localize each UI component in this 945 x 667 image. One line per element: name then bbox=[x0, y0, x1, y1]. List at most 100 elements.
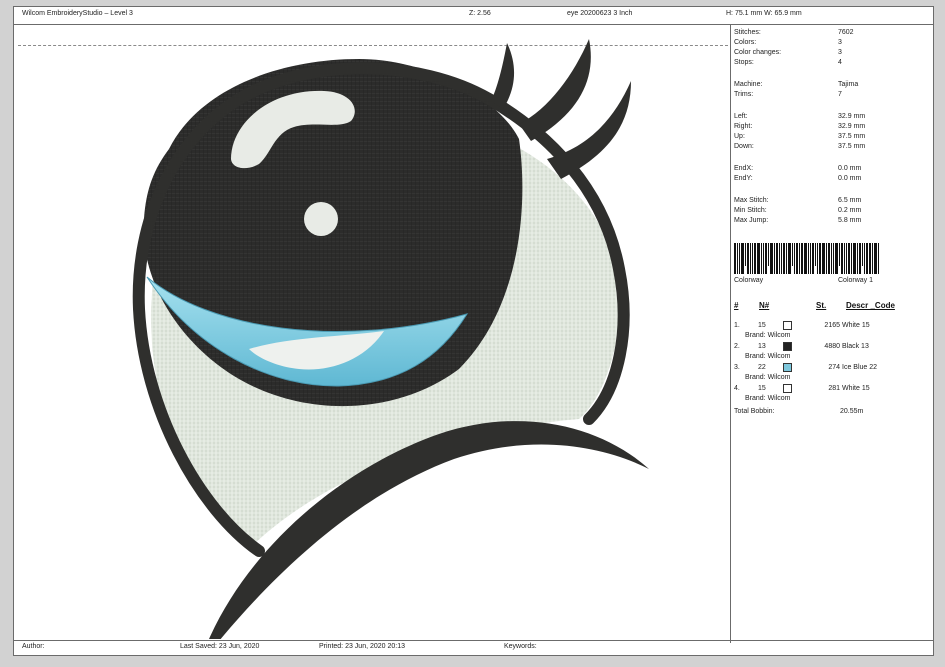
author-field: Author: bbox=[22, 643, 45, 650]
barcode-bar bbox=[808, 243, 809, 274]
barcode-bar bbox=[851, 243, 852, 274]
barcode-bar bbox=[765, 243, 767, 274]
barcode-bar bbox=[835, 243, 838, 274]
barcode-bar bbox=[763, 243, 764, 274]
thread-row: 4. 15 281 White 15 Brand: Wilcom bbox=[734, 384, 930, 406]
app-title: Wilcom EmbroideryStudio – Level 3 bbox=[22, 10, 133, 17]
keywords-field: Keywords: bbox=[504, 643, 537, 650]
thread-color-swatch bbox=[783, 384, 792, 393]
stat-label: Max Jump: bbox=[734, 217, 769, 224]
stat-value: 5.8 mm bbox=[838, 217, 862, 224]
stat-label: Down: bbox=[734, 143, 754, 150]
stat-label: Stops: bbox=[734, 59, 754, 66]
col-index-header: # bbox=[734, 301, 739, 310]
barcode-bar bbox=[859, 243, 861, 274]
stat-value: 0.0 mm bbox=[838, 165, 862, 172]
stat-label: Colors: bbox=[734, 39, 757, 46]
stat-value: 0.0 mm bbox=[838, 175, 862, 182]
stat-value: 3 bbox=[838, 39, 842, 46]
barcode-bar bbox=[792, 243, 793, 266]
thread-color-swatch bbox=[783, 363, 792, 372]
eyelash-1 bbox=[491, 43, 515, 109]
barcode-bar bbox=[828, 243, 830, 274]
barcode-bar bbox=[776, 243, 778, 274]
thread-stitches: 281 bbox=[828, 385, 840, 392]
barcode-bar bbox=[741, 243, 744, 274]
barcode-bar bbox=[774, 243, 775, 274]
barcode-bar bbox=[810, 243, 811, 274]
barcode-bar bbox=[801, 243, 803, 274]
barcode-bar bbox=[864, 243, 865, 274]
colorway-value: Colorway 1 bbox=[838, 277, 874, 284]
stat-label: EndY: bbox=[734, 175, 753, 182]
stat-value: 7602 bbox=[838, 29, 854, 36]
thread-stitches: 2165 bbox=[824, 322, 840, 329]
thread-needle: 13 bbox=[758, 343, 766, 350]
barcode-bar bbox=[770, 243, 773, 274]
barcode-bar bbox=[815, 243, 816, 266]
stat-value: 3 bbox=[838, 49, 842, 56]
barcode-bar bbox=[796, 243, 798, 274]
stat-value: 7 bbox=[838, 91, 842, 98]
barcode-bar bbox=[866, 243, 868, 274]
design-info-panel: Stitches: 7602 Colors: 3 Color changes: 3 Stop… bbox=[734, 27, 930, 639]
thread-stitches: 274 bbox=[828, 364, 840, 371]
barcode-bar bbox=[812, 243, 814, 274]
barcode-bar bbox=[734, 243, 736, 274]
thread-brand: Brand: Wilcom bbox=[745, 395, 791, 402]
thread-row: 1. 15 2165 White 15 Brand: Wilcom bbox=[734, 321, 930, 343]
thread-row: 2. 13 4880 Black 13 Brand: Wilcom bbox=[734, 342, 930, 364]
thread-index: 1. bbox=[734, 322, 740, 329]
header-bar: Wilcom EmbroideryStudio – Level 3 Z: 2.5… bbox=[14, 7, 933, 25]
thread-brand: Brand: Wilcom bbox=[745, 353, 791, 360]
thread-index: 4. bbox=[734, 385, 740, 392]
stat-label: Up: bbox=[734, 133, 745, 140]
barcode-bar bbox=[779, 243, 780, 274]
stat-value: 0.2 mm bbox=[838, 207, 862, 214]
design-barcode bbox=[734, 243, 910, 274]
barcode-bar bbox=[799, 243, 800, 274]
stat-label: Left: bbox=[734, 113, 748, 120]
stat-label: Trims: bbox=[734, 91, 754, 98]
barcode-bar bbox=[841, 243, 843, 274]
print-preview-sheet: Wilcom EmbroideryStudio – Level 3 Z: 2.5… bbox=[13, 6, 934, 656]
design-name: eye 20200623 3 Inch bbox=[567, 10, 633, 17]
thread-stitches: 4880 bbox=[824, 343, 840, 350]
barcode-bar bbox=[788, 243, 791, 274]
thread-row: 3. 22 274 Ice Blue 22 Brand: Wilcom bbox=[734, 363, 930, 385]
barcode-bar bbox=[786, 243, 787, 274]
stat-value: Tajima bbox=[838, 81, 859, 88]
col-stitches-header: St. bbox=[816, 301, 827, 310]
thread-needle: 15 bbox=[758, 385, 766, 392]
stat-value: 4 bbox=[838, 59, 842, 66]
printed-date: Printed: 23 Jun, 2020 20:13 bbox=[319, 643, 406, 650]
stat-label: EndX: bbox=[734, 165, 754, 172]
stat-label: Min Stitch: bbox=[734, 207, 767, 214]
thread-color-swatch bbox=[783, 321, 792, 330]
design-dimensions: H: 75.1 mm W: 65.9 mm bbox=[726, 10, 802, 17]
stat-value: 32.9 mm bbox=[838, 113, 866, 120]
barcode-bar bbox=[783, 243, 785, 274]
stat-label: Stitches: bbox=[734, 29, 761, 36]
thread-brand: Brand: Wilcom bbox=[745, 332, 791, 339]
barcode-bar bbox=[848, 243, 850, 274]
footer-bar: Author: Last Saved: 23 Jun, 2020 Printed… bbox=[14, 640, 933, 655]
stat-value: 6.5 mm bbox=[838, 197, 862, 204]
barcode-bar bbox=[745, 243, 746, 266]
barcode-bar bbox=[874, 243, 877, 274]
barcode-bar bbox=[878, 243, 879, 274]
stat-value: 32.9 mm bbox=[838, 123, 866, 130]
last-saved: Last Saved: 23 Jun, 2020 bbox=[180, 643, 260, 650]
stat-value: 37.5 mm bbox=[838, 133, 866, 140]
thread-description: White 15 bbox=[842, 322, 870, 329]
thread-index: 3. bbox=[734, 364, 740, 371]
barcode-bar bbox=[869, 243, 871, 274]
barcode-bar bbox=[822, 243, 825, 274]
barcode-bar bbox=[862, 243, 863, 266]
stat-label: Right: bbox=[734, 123, 753, 130]
barcode-bar bbox=[846, 243, 847, 274]
embroidery-design-eye bbox=[132, 39, 649, 639]
stat-label: Machine: bbox=[734, 81, 763, 88]
thread-index: 2. bbox=[734, 343, 740, 350]
stat-value: 37.5 mm bbox=[838, 143, 866, 150]
